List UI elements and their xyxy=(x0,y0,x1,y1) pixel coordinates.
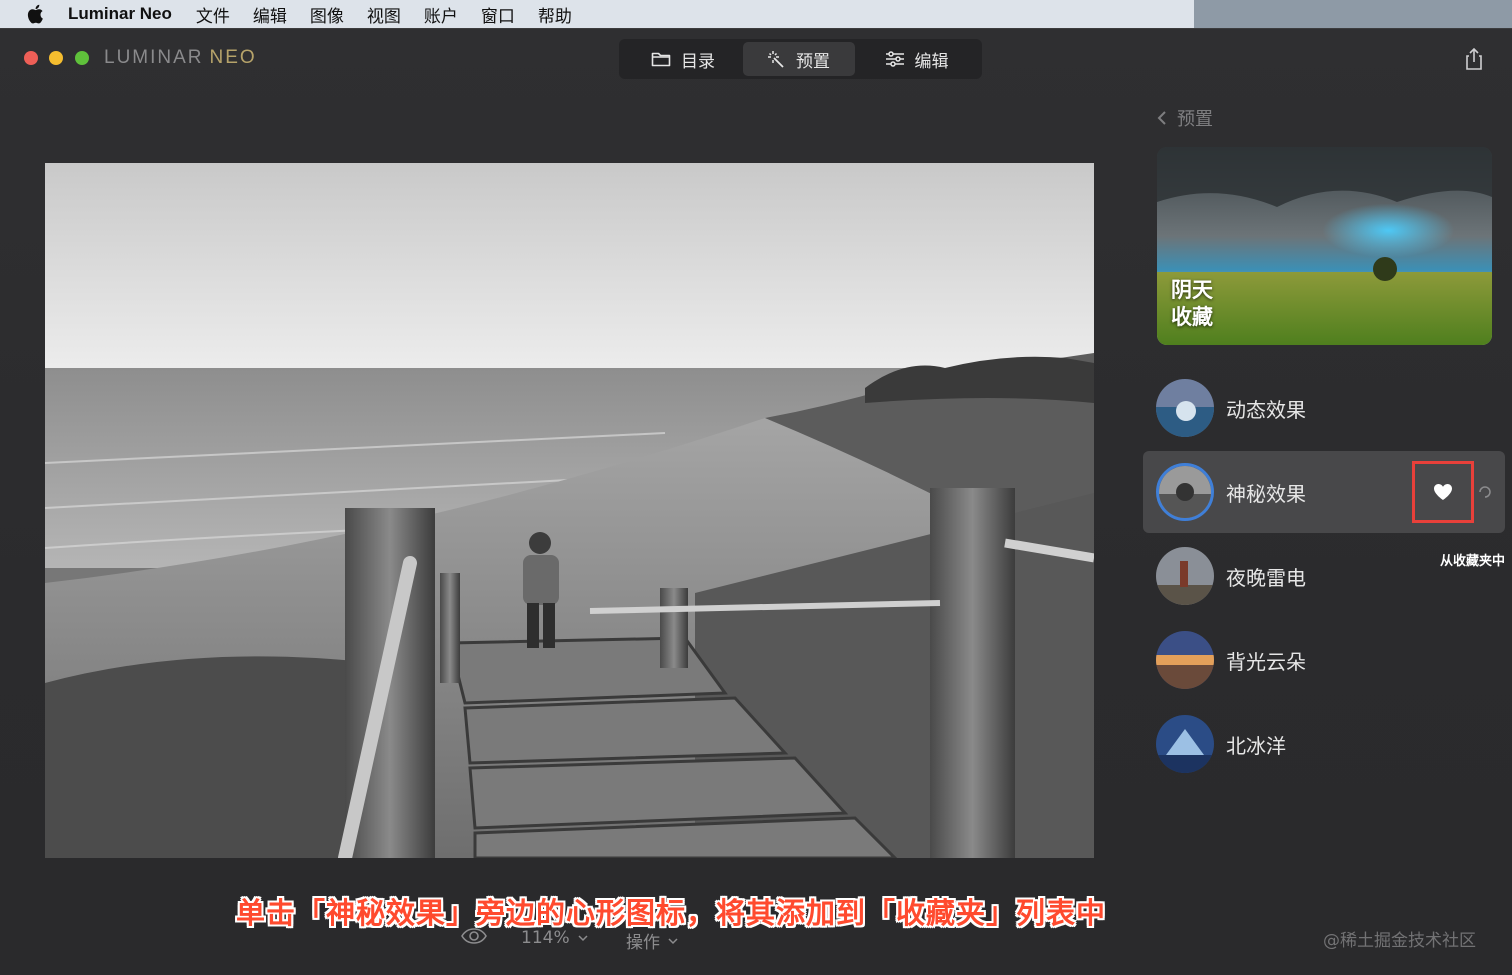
back-to-presets-button[interactable]: 预置 xyxy=(1157,105,1213,131)
preset-label: 背光云朵 xyxy=(1226,649,1306,674)
photo-image xyxy=(45,163,1094,858)
app-window: LUMINAR NEO 目录 预置 编辑 预置 阴天 收藏 动态效果 神秘效果 … xyxy=(0,28,1512,975)
preset-label: 神秘效果 xyxy=(1226,481,1306,506)
heart-icon[interactable] xyxy=(1433,483,1453,501)
menu-help[interactable]: 帮助 xyxy=(538,2,572,27)
menu-account[interactable]: 账户 xyxy=(424,2,458,27)
chevron-down-icon xyxy=(578,935,588,942)
collection-title-line1: 阴天 xyxy=(1171,278,1213,302)
preset-item-mystic[interactable]: 神秘效果 xyxy=(1143,451,1505,533)
preset-thumbnail xyxy=(1156,547,1214,605)
menu-file[interactable]: 文件 xyxy=(196,2,230,27)
preset-thumbnail xyxy=(1156,463,1214,521)
share-icon[interactable] xyxy=(1462,47,1486,71)
brand-accent-text: NEO xyxy=(209,47,257,68)
main-photo-canvas[interactable] xyxy=(45,163,1094,858)
magic-wand-icon xyxy=(768,51,784,68)
tutorial-annotation: 单击「神秘效果」旁边的心形图标，将其添加到「收藏夹」列表中 xyxy=(236,896,1107,930)
menu-image[interactable]: 图像 xyxy=(310,2,344,27)
system-menubar: Luminar Neo 文件 编辑 图像 视图 账户 窗口 帮助 xyxy=(0,0,1194,28)
fullscreen-window-button[interactable] xyxy=(75,51,89,65)
preset-item-dynamic[interactable]: 动态效果 xyxy=(1143,367,1505,449)
menubar-app-name[interactable]: Luminar Neo xyxy=(68,4,172,24)
menubar-status-area xyxy=(1194,0,1512,28)
preset-label: 夜晚雷电 xyxy=(1226,565,1306,590)
preset-thumbnail xyxy=(1156,631,1214,689)
preset-label: 北冰洋 xyxy=(1226,733,1286,758)
brand-main-text: LUMINAR xyxy=(104,47,204,68)
preset-label: 动态效果 xyxy=(1226,397,1306,422)
favorite-highlight-box xyxy=(1412,461,1474,523)
sliders-icon xyxy=(885,51,904,67)
collection-title: 阴天 收藏 xyxy=(1171,277,1213,331)
back-nav-label: 预置 xyxy=(1177,109,1213,130)
undo-icon[interactable] xyxy=(1476,485,1492,499)
menu-window[interactable]: 窗口 xyxy=(481,2,515,27)
apple-icon[interactable] xyxy=(26,4,44,24)
menu-view[interactable]: 视图 xyxy=(367,2,401,27)
preset-collection-card[interactable]: 阴天 收藏 xyxy=(1157,147,1492,345)
preset-thumbnail xyxy=(1156,715,1214,773)
chevron-left-icon xyxy=(1157,111,1166,125)
menu-edit[interactable]: 编辑 xyxy=(253,2,287,27)
tab-presets[interactable]: 预置 xyxy=(743,42,855,76)
tab-presets-label: 预置 xyxy=(796,51,830,72)
preset-item-backlit-clouds[interactable]: 背光云朵 xyxy=(1143,619,1505,701)
minimize-window-button[interactable] xyxy=(49,51,63,65)
preset-item-night-thunder[interactable]: 夜晚雷电 xyxy=(1143,535,1505,617)
collection-title-line2: 收藏 xyxy=(1171,305,1213,329)
close-window-button[interactable] xyxy=(24,51,38,65)
watermark: @稀土掘金技术社区 xyxy=(1323,931,1476,951)
tab-catalog[interactable]: 目录 xyxy=(623,42,743,76)
tab-edit[interactable]: 编辑 xyxy=(855,42,978,76)
chevron-down-icon xyxy=(668,937,678,944)
tab-edit-label: 编辑 xyxy=(914,51,949,72)
tab-catalog-label: 目录 xyxy=(681,51,715,72)
app-logo: LUMINAR NEO xyxy=(104,47,257,69)
preset-item-arctic-ocean[interactable]: 北冰洋 xyxy=(1143,703,1505,785)
preset-thumbnail xyxy=(1156,379,1214,437)
folder-icon xyxy=(651,52,671,67)
main-mode-tabs: 目录 预置 编辑 xyxy=(619,39,982,79)
